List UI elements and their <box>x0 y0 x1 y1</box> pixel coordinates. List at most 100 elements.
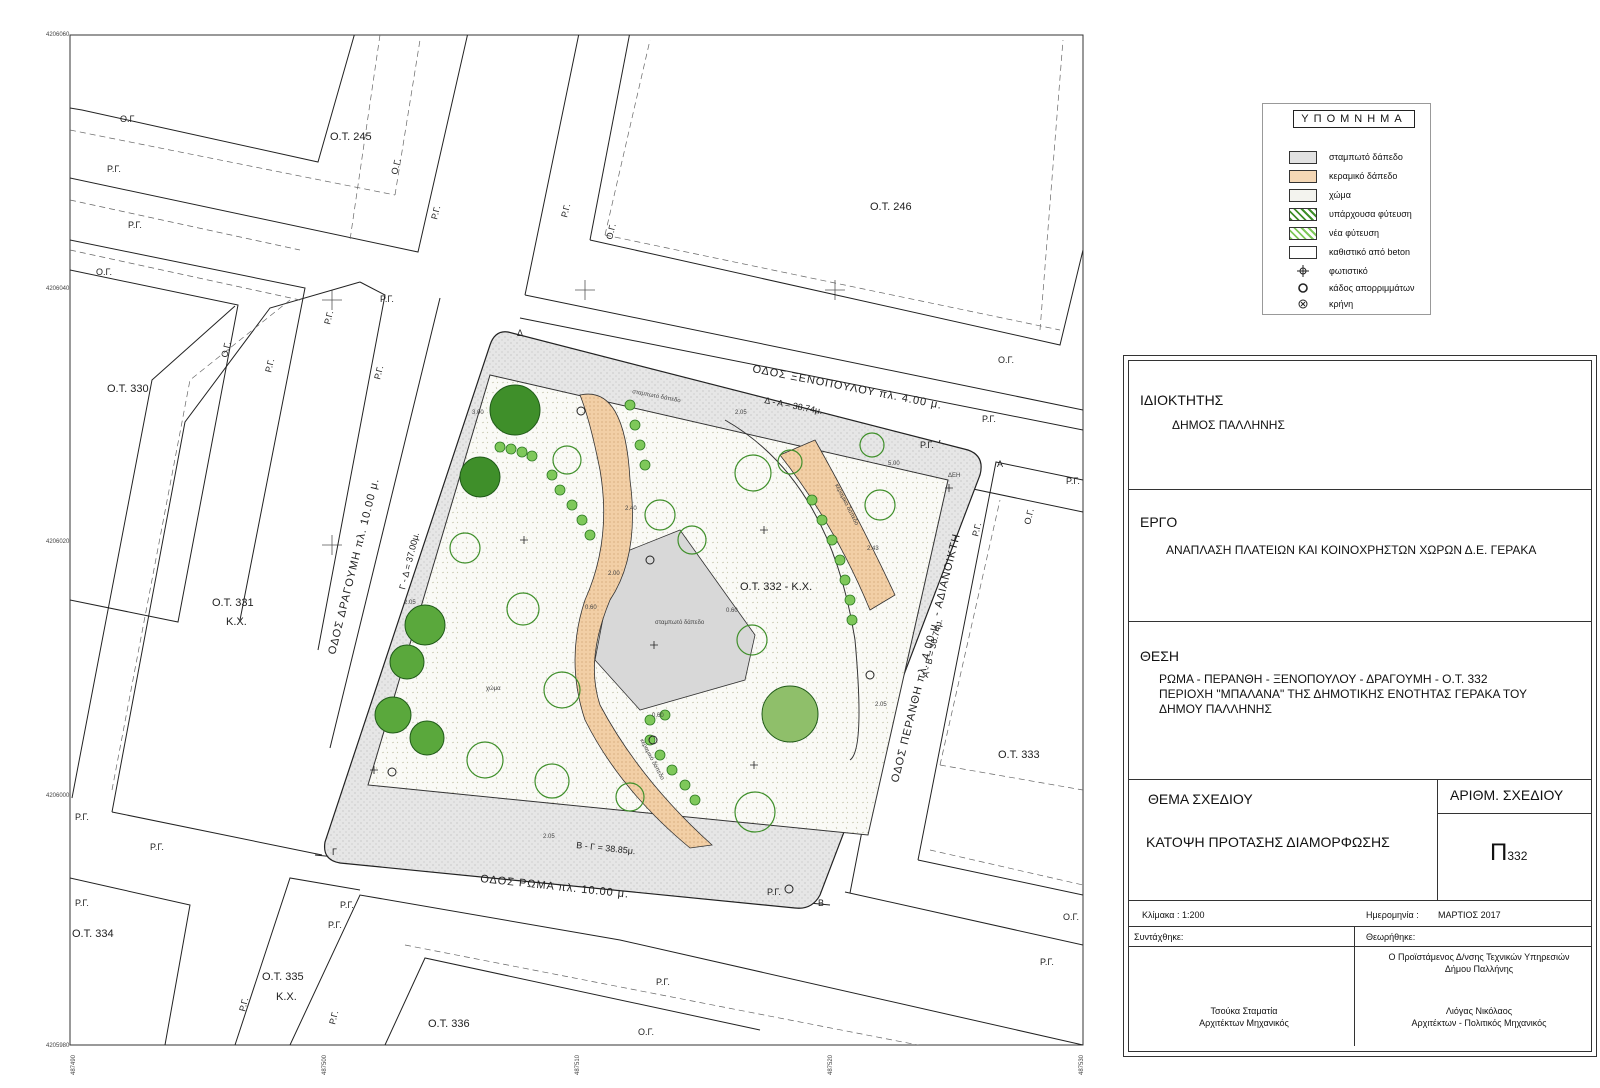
dim-243: 2.43 <box>867 546 879 552</box>
label-ot246: Ο.Τ. 246 <box>870 201 912 213</box>
marker-og: Ο.Γ. <box>604 223 618 241</box>
date-label: Ημερομηνία : <box>1366 910 1419 920</box>
theme-value: ΚΑΤΟΨΗ ΠΡΟΤΑΣΗΣ ΔΙΑΜΟΡΦΩΣΗΣ <box>1146 834 1390 850</box>
soil-swatch <box>1289 189 1317 202</box>
marker-og: Ο.Γ. <box>638 1027 654 1037</box>
marker-og: Ο.Γ. <box>1022 508 1036 526</box>
corner-b: Β <box>818 898 824 908</box>
location-line3: ΔΗΜΟΥ ΠΑΛΛΗΝΗΣ <box>1159 702 1272 716</box>
divider <box>1128 489 1592 490</box>
marker-rg: Ρ.Γ. <box>263 358 276 374</box>
coord-y2: 4206040 <box>46 286 70 292</box>
compiled-label: Συντάχθηκε: <box>1134 932 1184 942</box>
label-ot330: Ο.Τ. 330 <box>107 383 149 395</box>
dim-205-right: 2.05 <box>875 702 887 708</box>
marker-rg: Ρ.Γ. <box>982 414 996 424</box>
coord-x1: 487490 <box>71 1054 77 1075</box>
dim-500: 5.00 <box>888 461 900 467</box>
dim-200: 2.00 <box>608 571 620 577</box>
new-plant-swatch <box>1289 227 1317 240</box>
label-ot335: Ο.Τ. 335 <box>262 971 304 983</box>
approver-name: Λιόγας Νικόλαος <box>1445 1006 1513 1016</box>
label-ot332: Ο.Τ. 332 - Κ.Χ. <box>740 581 812 593</box>
scale: Κλίμακα : 1:200 <box>1142 910 1205 920</box>
marker-rg: Ρ.Γ. <box>237 997 250 1013</box>
dim-205-left: 2.05 <box>404 600 416 606</box>
label-ot334: Ο.Τ. 334 <box>72 928 114 940</box>
divider <box>1437 813 1592 814</box>
location-heading: ΘΕΣΗ <box>1140 648 1179 664</box>
marker-rg: Ρ.Γ. <box>128 220 142 230</box>
cross-circle-icon <box>1298 299 1308 309</box>
marker-rg: Ρ.Γ. <box>559 203 572 219</box>
approver-role-2: Δήμου Παλλήνης <box>1444 964 1514 974</box>
owner-value: ΔΗΜΟΣ ΠΑΛΛΗΝΗΣ <box>1172 418 1285 432</box>
ceramic-swatch <box>1289 170 1317 183</box>
approver-role-1: Ο Προϊστάμενος Δ/νσης Τεχνικών Υπηρεσιών <box>1388 952 1570 962</box>
date-value: ΜΑΡΤΙΟΣ 2017 <box>1438 910 1501 920</box>
marker-rg: Ρ.Γ. <box>920 440 934 450</box>
legend-title: ΥΠΟΜΝΗΜΑ <box>1293 110 1415 128</box>
divider <box>1128 926 1592 927</box>
owner-heading: ΙΔΙΟΚΤΗΤΗΣ <box>1140 392 1224 408</box>
divider <box>1437 779 1438 900</box>
label-ot336: Ο.Τ. 336 <box>428 1018 470 1030</box>
dim-205-bottom: 2.05 <box>543 834 555 840</box>
label-ot245: Ο.Τ. 245 <box>330 131 372 143</box>
street-dragoumi: ΟΔΟΣ ΔΡΑΓΟΥΜΗ πλ. 10.00 μ. <box>326 477 382 656</box>
legend: ΥΠΟΜΝΗΜΑ σταμπωτό δάπεδο κεραμικό δάπεδο… <box>1262 103 1431 315</box>
approver-title: Αρχιτέκτων - Πολιτικός Μηχανικός <box>1411 1018 1547 1028</box>
author-role: Αρχιτέκτων Μηχανικός <box>1199 1018 1289 1028</box>
label-ot333: Ο.Τ. 333 <box>998 749 1040 761</box>
marker-rg: Ρ.Γ. <box>107 164 121 174</box>
marker-rg: Ρ.Γ. <box>327 1010 340 1026</box>
location-line2: ΠΕΡΙΟΧΗ "ΜΠΑΛΑΝΑ" ΤΗΣ ΔΗΜΟΤΙΚΗΣ ΕΝΟΤΗΤΑΣ… <box>1159 687 1527 701</box>
corner-d: Δ <box>517 328 523 338</box>
label-ot335-sub: Κ.Χ. <box>276 991 297 1003</box>
marker-og: Ο.Γ. <box>1063 912 1079 922</box>
coord-y4: 4206000 <box>46 793 70 799</box>
marker-rg: Ρ.Γ. <box>372 365 385 381</box>
marker-rg: Ρ.Γ. <box>328 920 342 930</box>
theme-heading: ΘΕΜΑ ΣΧΕΔΙΟΥ <box>1148 791 1253 807</box>
marker-rg: Ρ.Γ. <box>1066 476 1080 486</box>
marker-rg: Ρ.Γ. <box>656 977 670 987</box>
drawing-number-heading: ΑΡΙΘΜ. ΣΧΕΔΙΟΥ <box>1450 787 1564 803</box>
marker-rg: Ρ.Γ. <box>1040 957 1054 967</box>
corner-g: Γ <box>332 847 337 857</box>
divider <box>1128 621 1592 622</box>
marker-rg: Ρ.Γ. <box>429 205 442 221</box>
marker-og: Ο.Γ. <box>389 158 403 176</box>
circle-icon <box>1298 283 1308 293</box>
label-ot331: Ο.Τ. 331 <box>212 597 254 609</box>
marker-rg: Ρ.Γ. <box>340 900 354 910</box>
coord-x4: 487520 <box>828 1054 834 1075</box>
coord-y1: 4206060 <box>46 32 70 38</box>
note-deh: ΔΕΗ <box>948 473 960 479</box>
coord-x5: 487530 <box>1079 1054 1085 1075</box>
coord-y5: 4205980 <box>46 1043 70 1049</box>
coord-y3: 4206020 <box>46 539 70 545</box>
marker-og: Ο.Γ. <box>998 355 1014 365</box>
existing-plant-swatch <box>1289 208 1317 221</box>
label-ot331-sub: Κ.Χ. <box>226 616 247 628</box>
dim-240: 2.40 <box>625 506 637 512</box>
location-line1: ΡΩΜΑ - ΠΕΡΑΝΘΗ - ΞΕΝΟΠΟΥΛΟΥ - ΔΡΑΓΟΥΜΗ -… <box>1159 672 1488 686</box>
project-value: ΑΝΑΠΛΑΣΗ ΠΛΑΤΕΙΩΝ ΚΑΙ ΚΟΙΝΟΧΡΗΣΤΩΝ ΧΩΡΩΝ… <box>1166 543 1537 557</box>
marker-rg: Ρ.Γ. <box>380 294 394 304</box>
corner-a: Α <box>997 459 1003 469</box>
project-heading: ΕΡΓΟ <box>1140 514 1178 530</box>
bench-swatch <box>1289 246 1317 259</box>
divider <box>1128 900 1592 901</box>
dim-300: 3.00 <box>472 410 484 416</box>
marker-rg: Ρ.Γ. <box>75 898 89 908</box>
dim-060-c: 0.60 <box>652 713 664 719</box>
marker-rg: Ρ.Γ. <box>767 887 781 897</box>
note-soil: χώμα <box>486 686 501 692</box>
divider <box>1128 946 1592 947</box>
dim-060-a: 0.60 <box>585 605 597 611</box>
stamped-swatch <box>1289 151 1317 164</box>
coord-x3: 487510 <box>575 1054 581 1075</box>
marker-og: Ο.Γ. <box>219 341 233 359</box>
coord-x2: 487500 <box>322 1054 328 1075</box>
